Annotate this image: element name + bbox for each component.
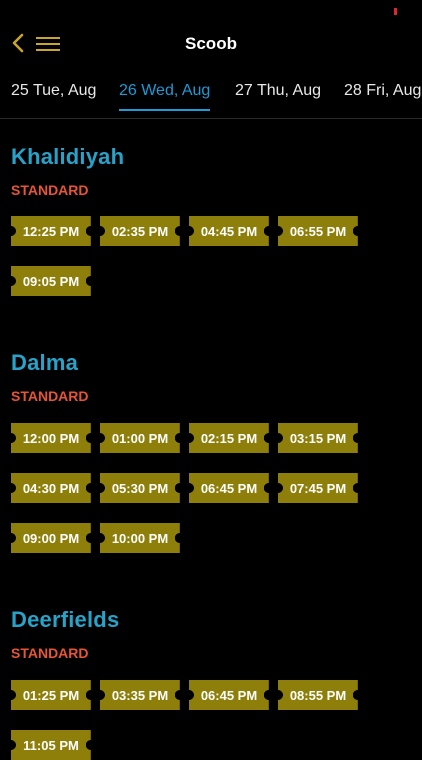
showtime-button[interactable]: 09:00 PM [11, 523, 91, 553]
format-label: STANDARD [11, 645, 89, 661]
showtime-button[interactable]: 06:45 PM [189, 473, 269, 503]
showtime-button[interactable]: 01:00 PM [100, 423, 180, 453]
showtime-button[interactable]: 06:45 PM [189, 680, 269, 710]
showtime-button[interactable]: 04:45 PM [189, 216, 269, 246]
showtime-button[interactable]: 12:25 PM [11, 216, 91, 246]
showtime-button[interactable]: 09:05 PM [11, 266, 91, 296]
cinema-section-khalidiyah: Khalidiyah STANDARD [11, 144, 124, 198]
showtime-button[interactable]: 11:05 PM [11, 730, 91, 760]
cinema-name: Dalma [11, 350, 79, 375]
showtime-button[interactable]: 10:00 PM [100, 523, 180, 553]
format-label: STANDARD [11, 388, 89, 404]
showtime-button[interactable]: 03:15 PM [278, 423, 358, 453]
format-label: STANDARD [11, 182, 89, 198]
cinema-section-deerfields: Deerfields STANDARD [11, 607, 119, 661]
showtime-button[interactable]: 05:30 PM [100, 473, 180, 503]
showtime-button[interactable]: 12:00 PM [11, 423, 91, 453]
showtime-button[interactable]: 01:25 PM [11, 680, 91, 710]
tab-date-25[interactable]: 25 Tue, Aug [11, 82, 96, 109]
tab-date-27[interactable]: 27 Thu, Aug [235, 82, 321, 109]
cinema-name: Khalidiyah [11, 144, 125, 169]
cinema-section-dalma: Dalma STANDARD [11, 350, 89, 404]
date-tabs: 25 Tue, Aug 26 Wed, Aug 27 Thu, Aug 28 F… [0, 76, 422, 119]
showtime-button[interactable]: 08:55 PM [278, 680, 358, 710]
showtime-button[interactable]: 07:45 PM [278, 473, 358, 503]
cinema-name: Deerfields [11, 607, 120, 632]
showtime-button[interactable]: 03:35 PM [100, 680, 180, 710]
showtime-button[interactable]: 04:30 PM [11, 473, 91, 503]
page-title: Scoob [185, 34, 237, 53]
tab-date-28[interactable]: 28 Fri, Aug [344, 82, 421, 109]
showtime-button[interactable]: 02:35 PM [100, 216, 180, 246]
showtime-button[interactable]: 02:15 PM [189, 423, 269, 453]
tab-date-26[interactable]: 26 Wed, Aug [119, 82, 211, 111]
showtime-button[interactable]: 06:55 PM [278, 216, 358, 246]
header: Scoob [0, 0, 422, 86]
